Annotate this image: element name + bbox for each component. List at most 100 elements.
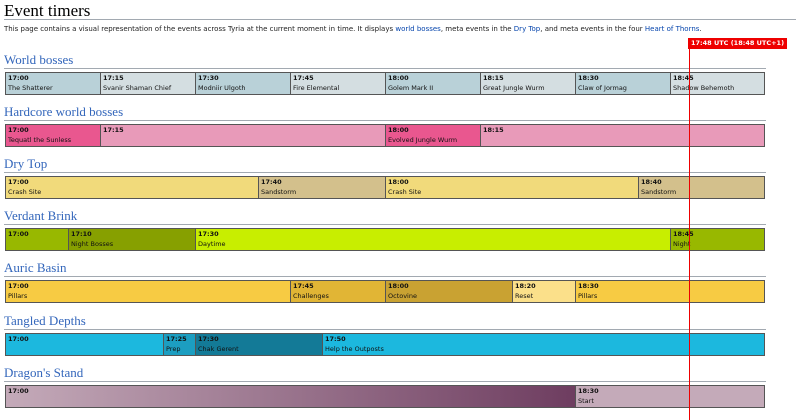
event-segment[interactable]: 17:15 Svanir Shaman Chief xyxy=(101,73,196,94)
event-time: 17:50 xyxy=(325,335,346,343)
event-time: 18:45 xyxy=(673,74,694,82)
event-segment[interactable]: 18:40 Sandstorm xyxy=(639,177,764,198)
section-heading-dragon-s-stand: Dragon's Stand xyxy=(4,365,84,380)
event-time: 17:30 xyxy=(198,74,219,82)
event-name: Golem Mark II xyxy=(388,84,434,92)
event-name: Daytime xyxy=(198,240,226,248)
event-segment[interactable]: 17:00 xyxy=(6,229,69,250)
event-segment[interactable]: 18:20 Reset xyxy=(513,281,576,302)
current-time-marker xyxy=(689,38,690,420)
section-heading-dry-top: Dry Top xyxy=(4,156,48,171)
event-segment[interactable]: 17:15 xyxy=(101,125,386,146)
section-divider xyxy=(4,381,766,382)
event-segment[interactable]: 17:00 Pillars xyxy=(6,281,291,302)
event-time: 18:00 xyxy=(388,178,409,186)
event-segment[interactable]: 17:30 Chak Gerent xyxy=(196,334,323,355)
section-divider xyxy=(4,68,766,69)
event-time: 17:25 xyxy=(166,335,187,343)
intro-text-part: . xyxy=(699,25,702,33)
event-segment[interactable]: 18:00 Evolved Jungle Wurm xyxy=(386,125,481,146)
event-segment[interactable]: 18:00 Golem Mark II xyxy=(386,73,481,94)
event-name: The Shatterer xyxy=(8,84,53,92)
intro-text-part: , and meta events in the four xyxy=(540,25,645,33)
event-segment[interactable]: 17:40 Sandstorm xyxy=(259,177,386,198)
dry-top-link[interactable]: Dry Top xyxy=(514,25,540,33)
event-time: 18:00 xyxy=(388,74,409,82)
event-segment[interactable]: 18:00 Octovine xyxy=(386,281,513,302)
event-segment[interactable]: 18:15 xyxy=(481,125,764,146)
page-title: Event timers xyxy=(4,1,91,20)
intro-text: This page contains a visual representati… xyxy=(4,25,794,33)
event-time: 17:00 xyxy=(8,126,29,134)
event-time: 17:10 xyxy=(71,230,92,238)
event-time: 18:20 xyxy=(515,282,536,290)
event-segment[interactable]: 17:00 xyxy=(6,334,164,355)
timeline-hardcore-world-bosses: 17:00 Tequatl the Sunless 17:15 18:00 Evolve… xyxy=(5,124,765,147)
event-segment[interactable]: 18:45 Night xyxy=(671,229,764,250)
event-time: 17:00 xyxy=(8,387,29,395)
event-segment[interactable]: 17:25 Prep xyxy=(164,334,196,355)
event-segment[interactable]: 17:00 xyxy=(6,386,576,407)
event-segment[interactable]: 18:30 Pillars xyxy=(576,281,764,302)
event-name: Start xyxy=(578,397,594,405)
event-time: 17:00 xyxy=(8,74,29,82)
timeline-auric-basin: 17:00 Pillars 17:45 Challenges 18:00 Octovine… xyxy=(5,280,765,303)
intro-text-part: This page contains a visual representati… xyxy=(4,25,396,33)
event-time: 18:40 xyxy=(641,178,662,186)
section-divider xyxy=(4,120,766,121)
event-segment[interactable]: 17:30 Modniir Ulgoth xyxy=(196,73,291,94)
event-segment[interactable]: 17:10 Night Bosses xyxy=(69,229,196,250)
event-segment[interactable]: 17:00 The Shatterer xyxy=(6,73,101,94)
event-name: Pillars xyxy=(8,292,28,300)
event-name: Crash Site xyxy=(8,188,42,196)
event-segment[interactable]: 17:45 Fire Elemental xyxy=(291,73,386,94)
event-time: 17:00 xyxy=(8,230,29,238)
event-time: 18:15 xyxy=(483,74,504,82)
event-name: Octovine xyxy=(388,292,417,300)
event-time: 17:40 xyxy=(261,178,282,186)
event-name: Crash Site xyxy=(388,188,422,196)
event-segment[interactable]: 18:30 Start xyxy=(576,386,764,407)
section-divider xyxy=(4,224,766,225)
event-name: Reset xyxy=(515,292,534,300)
timeline-world-bosses: 17:00 The Shatterer 17:15 Svanir Shaman Chi… xyxy=(5,72,765,95)
timeline-dry-top: 17:00 Crash Site 17:40 Sandstorm 18:00 Crash … xyxy=(5,176,765,199)
event-segment[interactable]: 17:30 Daytime xyxy=(196,229,671,250)
event-name: Challenges xyxy=(293,292,329,300)
event-segment[interactable]: 18:15 Great Jungle Wurm xyxy=(481,73,576,94)
event-name: Pillars xyxy=(578,292,598,300)
section-heading-world-bosses: World bosses xyxy=(4,52,74,67)
event-segment[interactable]: 17:00 Crash Site xyxy=(6,177,259,198)
event-segment[interactable]: 17:45 Challenges xyxy=(291,281,386,302)
section-heading-verdant-brink: Verdant Brink xyxy=(4,208,78,223)
event-name: Sandstorm xyxy=(261,188,297,196)
section-divider xyxy=(4,276,766,277)
event-name: Shadow Behemoth xyxy=(673,84,735,92)
heart-of-thorns-link[interactable]: Heart of Thorns xyxy=(645,25,700,33)
world-bosses-link[interactable]: world bosses xyxy=(395,25,440,33)
section-divider xyxy=(4,172,766,173)
section-heading-tangled-depths: Tangled Depths xyxy=(4,313,86,328)
event-name: Svanir Shaman Chief xyxy=(103,84,172,92)
event-name: Night xyxy=(673,240,691,248)
event-time: 18:30 xyxy=(578,74,599,82)
event-time: 18:00 xyxy=(388,282,409,290)
event-name: Evolved Jungle Wurm xyxy=(388,136,458,144)
event-segment[interactable]: 18:00 Crash Site xyxy=(386,177,639,198)
title-divider xyxy=(4,19,796,20)
event-segment[interactable]: 17:50 Help the Outposts xyxy=(323,334,764,355)
timeline-tangled-depths: 17:00 17:25 Prep 17:30 Chak Gerent 17:50 Help … xyxy=(5,333,765,356)
event-segment[interactable]: 17:00 Tequatl the Sunless xyxy=(6,125,101,146)
section-divider xyxy=(4,329,766,330)
timeline-verdant-brink: 17:00 17:10 Night Bosses 17:30 Daytime 18:45 N… xyxy=(5,228,765,251)
event-time: 18:30 xyxy=(578,387,599,395)
event-time: 17:15 xyxy=(103,126,124,134)
event-name: Tequatl the Sunless xyxy=(8,136,72,144)
event-name: Help the Outposts xyxy=(325,345,384,353)
event-name: Chak Gerent xyxy=(198,345,239,353)
event-time: 17:00 xyxy=(8,178,29,186)
event-segment[interactable]: 18:30 Claw of Jormag xyxy=(576,73,671,94)
event-time: 17:00 xyxy=(8,335,29,343)
event-time: 18:15 xyxy=(483,126,504,134)
event-segment[interactable]: 18:45 Shadow Behemoth xyxy=(671,73,764,94)
